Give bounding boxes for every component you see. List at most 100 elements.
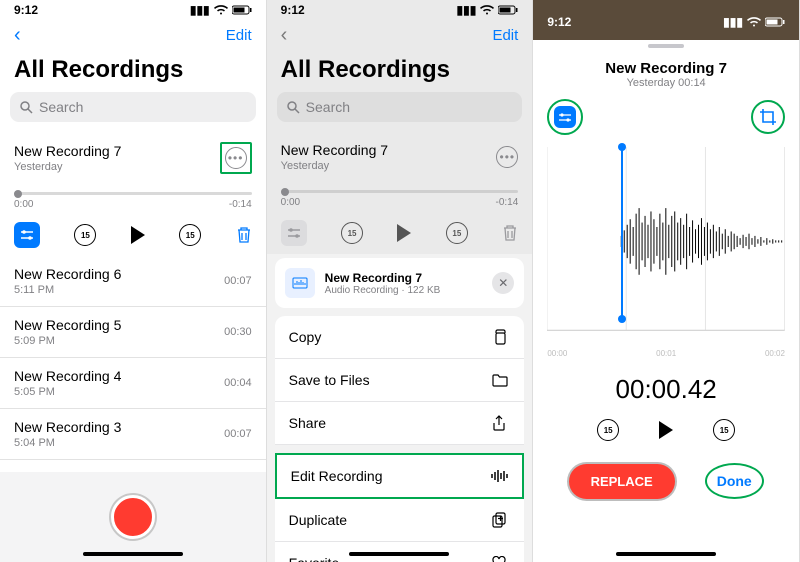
- screen-edit-recording: 9:12 ▮▮▮ New Recording 7 Yesterday 00:14: [533, 0, 800, 562]
- highlight-options: [547, 99, 583, 135]
- playhead[interactable]: [621, 147, 623, 319]
- time-end: -0:14: [496, 197, 519, 208]
- action-label: Duplicate: [289, 512, 347, 528]
- action-copy[interactable]: Copy: [275, 316, 525, 359]
- home-indicator[interactable]: [349, 552, 449, 556]
- skip-back-button[interactable]: 15: [74, 224, 96, 246]
- selected-recording[interactable]: New Recording 7 Yesterday •••: [0, 132, 266, 184]
- recording-name: New Recording 3: [14, 419, 121, 435]
- search-icon: [20, 101, 33, 114]
- nav-bar: ‹ Edit: [0, 20, 266, 50]
- current-time: 00:00.42: [533, 374, 799, 405]
- status-time: 9:12: [547, 15, 571, 29]
- share-sheet-header: New Recording 7 Audio Recording · 122 KB…: [275, 258, 525, 308]
- more-button[interactable]: •••: [225, 147, 247, 169]
- signal-icon: ▮▮▮: [190, 3, 210, 17]
- recording-sub: 5:11 PM: [14, 284, 121, 296]
- action-share[interactable]: Share: [275, 402, 525, 445]
- action-label: Favorite: [289, 555, 340, 562]
- done-button[interactable]: Done: [717, 473, 752, 489]
- action-duplicate[interactable]: Duplicate: [275, 499, 525, 542]
- action-label: Share: [289, 415, 326, 431]
- trim-button[interactable]: [758, 107, 778, 127]
- options-button[interactable]: [14, 222, 40, 248]
- search-placeholder: Search: [306, 99, 350, 115]
- copy-icon: [492, 329, 510, 345]
- player-controls: 15 15: [267, 210, 533, 254]
- home-indicator[interactable]: [616, 552, 716, 556]
- highlight-trim: [751, 100, 785, 134]
- recording-duration: 00:07: [224, 275, 252, 287]
- status-right: ▮▮▮: [190, 3, 252, 17]
- page-title: All Recordings: [0, 50, 266, 92]
- action-label: Copy: [289, 329, 322, 345]
- recording-item[interactable]: New Recording 45:05 PM00:04: [0, 358, 266, 409]
- edit-button[interactable]: Edit: [226, 27, 252, 44]
- screen-action-sheet: 9:12 ▮▮▮ ‹ Edit All Recordings Search Ne…: [267, 0, 534, 562]
- search-input[interactable]: Search: [10, 92, 256, 122]
- recording-name: New Recording 6: [14, 266, 121, 282]
- highlight-more: •••: [220, 142, 252, 174]
- options-button[interactable]: [554, 106, 576, 128]
- recording-name: New Recording 7: [281, 142, 388, 158]
- back-button[interactable]: ‹: [281, 24, 288, 47]
- battery-icon: [765, 17, 785, 27]
- recording-item[interactable]: New Recording 6 5:11 PM 00:07: [0, 256, 266, 307]
- selected-recording[interactable]: New Recording 7 Yesterday •••: [267, 132, 533, 182]
- search-input[interactable]: Search: [277, 92, 523, 122]
- search-placeholder: Search: [39, 99, 83, 115]
- time-start: 0:00: [281, 197, 300, 208]
- recording-sub: 5:09 PM: [14, 335, 121, 347]
- highlight-done: Done: [705, 463, 764, 499]
- action-save-to-files[interactable]: Save to Files: [275, 359, 525, 402]
- action-edit-recording[interactable]: Edit Recording: [275, 453, 525, 499]
- play-button[interactable]: [659, 421, 673, 439]
- scrubber[interactable]: 0:00 -0:14: [267, 182, 533, 210]
- recording-duration: 00:30: [224, 326, 252, 338]
- heart-icon: [492, 556, 510, 562]
- skip-back-button: 15: [341, 222, 363, 244]
- recording-item[interactable]: New Recording 5 5:09 PM 00:30: [0, 307, 266, 358]
- tick-label: 00:02: [765, 349, 785, 358]
- nav-bar: ‹ Edit: [267, 20, 533, 50]
- skip-back-button[interactable]: 15: [597, 419, 619, 441]
- recording-sub: 5:05 PM: [14, 386, 121, 398]
- screen-all-recordings: 9:12 ▮▮▮ ‹ Edit All Recordings Search Ne…: [0, 0, 267, 562]
- home-indicator[interactable]: [83, 552, 183, 556]
- sheet-file-sub: Audio Recording · 122 KB: [325, 285, 441, 296]
- file-icon: [285, 268, 315, 298]
- sheet-grabber[interactable]: [648, 44, 684, 48]
- status-time: 9:12: [14, 3, 38, 17]
- skip-forward-button: 15: [446, 222, 468, 244]
- folder-icon: [492, 373, 510, 387]
- edit-player-controls: 15 15: [533, 419, 799, 441]
- back-button[interactable]: ‹: [14, 24, 21, 47]
- recording-name: New Recording 4: [14, 368, 121, 384]
- recording-duration: 00:07: [224, 428, 252, 440]
- skip-forward-button[interactable]: 15: [179, 224, 201, 246]
- scrubber[interactable]: 0:00 -0:14: [0, 184, 266, 212]
- action-list: Copy Save to Files Share Edit Recording Dupl…: [275, 316, 525, 562]
- more-button[interactable]: •••: [496, 146, 518, 168]
- recording-name: New Recording 5: [14, 317, 121, 333]
- play-button[interactable]: [131, 226, 145, 244]
- edit-button[interactable]: Edit: [492, 27, 518, 44]
- battery-icon: [498, 5, 518, 15]
- share-icon: [492, 415, 510, 431]
- close-button[interactable]: ✕: [492, 272, 514, 294]
- waveform-icon: [490, 469, 508, 483]
- waveform[interactable]: [547, 147, 785, 347]
- edit-tools: [533, 93, 799, 141]
- status-bar: 9:12 ▮▮▮: [0, 0, 266, 20]
- status-time: 9:12: [281, 3, 305, 17]
- recording-sub: Yesterday: [14, 161, 121, 173]
- skip-forward-button[interactable]: 15: [713, 419, 735, 441]
- recording-item[interactable]: New Recording 3 5:04 PM 00:07: [0, 409, 266, 460]
- action-label: Edit Recording: [291, 468, 383, 484]
- delete-button[interactable]: [236, 226, 252, 244]
- signal-icon: ▮▮▮: [723, 15, 743, 29]
- recording-sub: 5:04 PM: [14, 437, 121, 449]
- record-button[interactable]: [111, 495, 155, 539]
- replace-button[interactable]: REPLACE: [569, 464, 675, 499]
- player-controls: 15 15: [0, 212, 266, 256]
